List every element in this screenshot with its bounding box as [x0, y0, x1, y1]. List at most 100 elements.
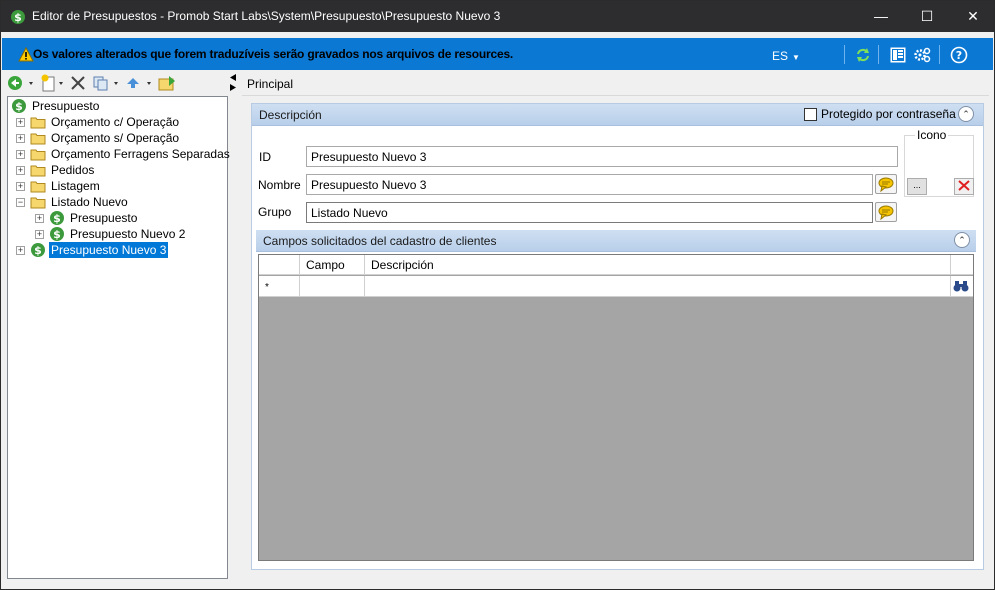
svg-text:?: ? [956, 49, 962, 62]
toolbar-separator [878, 45, 879, 64]
dollar-icon: $ [31, 243, 45, 257]
editor-window: $ Editor de Presupuestos - Promob Start … [0, 0, 995, 590]
new-icon[interactable] [40, 74, 66, 92]
id-label: ID [259, 150, 271, 164]
tree-item[interactable]: + Listagem [8, 178, 226, 194]
tree-item-label: Orçamento Ferragens Separadas [51, 147, 230, 161]
svg-text:$: $ [14, 11, 22, 24]
window-title: Editor de Presupuestos - Promob Start La… [32, 9, 501, 23]
help-icon[interactable]: ? [950, 46, 968, 64]
tree-item[interactable]: − Listado Nuevo [8, 194, 226, 210]
toolbar-separator [844, 45, 845, 64]
speech-bubble-icon [878, 177, 894, 193]
chevron-up-icon: ⌃ [958, 235, 966, 245]
id-field[interactable]: Presupuesto Nuevo 3 [306, 146, 898, 167]
expand-icon[interactable]: + [16, 118, 25, 127]
tree-item-label: Listagem [51, 179, 100, 193]
tree-item[interactable]: + Orçamento c/ Operação [8, 114, 226, 130]
svg-text:$: $ [34, 244, 42, 257]
new-row-marker: * [259, 276, 300, 297]
toolbar-separator [939, 45, 940, 64]
tree-item-label: Presupuesto [32, 99, 100, 113]
expand-icon[interactable]: + [16, 150, 25, 159]
folder-open-icon [30, 197, 46, 209]
collapse-descripcion-button[interactable]: ⌃ [958, 106, 974, 122]
chevron-up-icon: ⌃ [962, 109, 970, 119]
close-button[interactable]: ✕ [950, 1, 995, 32]
tree-item[interactable]: + $ Presupuesto [8, 210, 226, 226]
tree-item[interactable]: + Orçamento Ferragens Separadas [8, 146, 230, 162]
folder-icon [30, 181, 46, 193]
splitter-toggle-icon[interactable] [229, 73, 237, 93]
row-header-corner [259, 255, 300, 275]
info-message: Os valores alterados que forem traduzíve… [33, 47, 514, 61]
settings-icon[interactable] [913, 46, 931, 64]
folder-icon [30, 133, 46, 145]
svg-text:$: $ [53, 228, 61, 241]
translate-nombre-button[interactable] [875, 174, 897, 194]
column-header-campo[interactable]: Campo [300, 255, 365, 275]
expand-icon[interactable]: + [16, 166, 25, 175]
speech-bubble-icon [878, 205, 894, 221]
tab-divider [242, 95, 989, 96]
folder-icon [30, 117, 46, 129]
protegido-label: Protegido por contraseña [821, 107, 956, 121]
tree-item[interactable]: + $ Presupuesto Nuevo 2 [8, 226, 226, 242]
collapse-icon[interactable]: − [16, 198, 25, 207]
copy-icon[interactable] [92, 74, 122, 92]
descripcion-title: Descripción [259, 108, 322, 122]
campos-grid[interactable]: Campo Descripción * [258, 254, 974, 561]
translate-grupo-button[interactable] [875, 202, 897, 222]
expand-icon[interactable]: + [35, 214, 44, 223]
tab-principal[interactable]: Principal [247, 77, 293, 91]
expand-icon[interactable]: + [16, 182, 25, 191]
new-row[interactable]: * [259, 276, 973, 297]
tree-item-label: Orçamento s/ Operação [51, 131, 180, 145]
tree-item-label: Listado Nuevo [51, 195, 128, 209]
language-label: ES [772, 49, 789, 63]
expand-icon[interactable]: + [16, 134, 25, 143]
svg-text:$: $ [15, 100, 23, 113]
tree-item[interactable]: + Orçamento s/ Operação [8, 130, 226, 146]
column-header-descripcion[interactable]: Descripción [365, 255, 951, 275]
browse-icon-button[interactable]: ... [907, 178, 927, 195]
folder-icon [30, 149, 46, 161]
campos-title: Campos solicitados del cadastro de clien… [263, 234, 497, 248]
tree-item-selected[interactable]: + $ Presupuesto Nuevo 3 [8, 242, 226, 258]
import-icon[interactable] [157, 74, 177, 92]
grid-cell-descripcion[interactable] [365, 276, 951, 297]
dollar-icon: $ [50, 211, 64, 225]
tree-root[interactable]: $ Presupuesto [11, 98, 211, 114]
tree-item[interactable]: + Pedidos [8, 162, 226, 178]
remove-icon-button[interactable] [954, 178, 974, 195]
grid-header: Campo Descripción [259, 255, 973, 275]
expand-icon[interactable]: + [16, 246, 25, 255]
tree-item-label: Pedidos [51, 163, 95, 177]
collapse-campos-button[interactable]: ⌃ [954, 232, 970, 248]
minimize-button[interactable]: — [858, 1, 904, 32]
grid-cell-campo[interactable] [300, 276, 365, 297]
tree-item-label: Presupuesto [70, 211, 138, 225]
refresh-icon[interactable] [854, 46, 872, 64]
red-x-icon [958, 180, 970, 191]
language-selector[interactable]: ES ▼ [772, 49, 800, 63]
protegido-checkbox[interactable] [804, 108, 817, 121]
app-dollar-icon: $ [11, 10, 25, 24]
warning-icon [18, 47, 34, 62]
nombre-field[interactable]: Presupuesto Nuevo 3 [306, 174, 873, 195]
presupuesto-tree[interactable]: $ Presupuesto + Orçamento c/ Operação + … [7, 96, 230, 579]
icono-label: Icono [915, 128, 949, 142]
tree-item-label: Presupuesto Nuevo 2 [70, 227, 186, 241]
expand-icon[interactable]: + [35, 230, 44, 239]
binoculars-icon[interactable] [953, 279, 969, 293]
layout-icon[interactable] [889, 46, 907, 64]
maximize-button[interactable]: ☐ [904, 1, 950, 32]
move-up-icon[interactable] [125, 74, 155, 92]
tree-item-label: Presupuesto Nuevo 3 [49, 242, 169, 258]
title-bar: $ Editor de Presupuestos - Promob Start … [1, 1, 994, 32]
grupo-field[interactable]: Listado Nuevo [306, 202, 873, 223]
delete-icon[interactable] [70, 74, 86, 92]
back-icon[interactable] [7, 74, 35, 92]
folder-icon [30, 165, 46, 177]
dollar-icon: $ [12, 99, 26, 113]
